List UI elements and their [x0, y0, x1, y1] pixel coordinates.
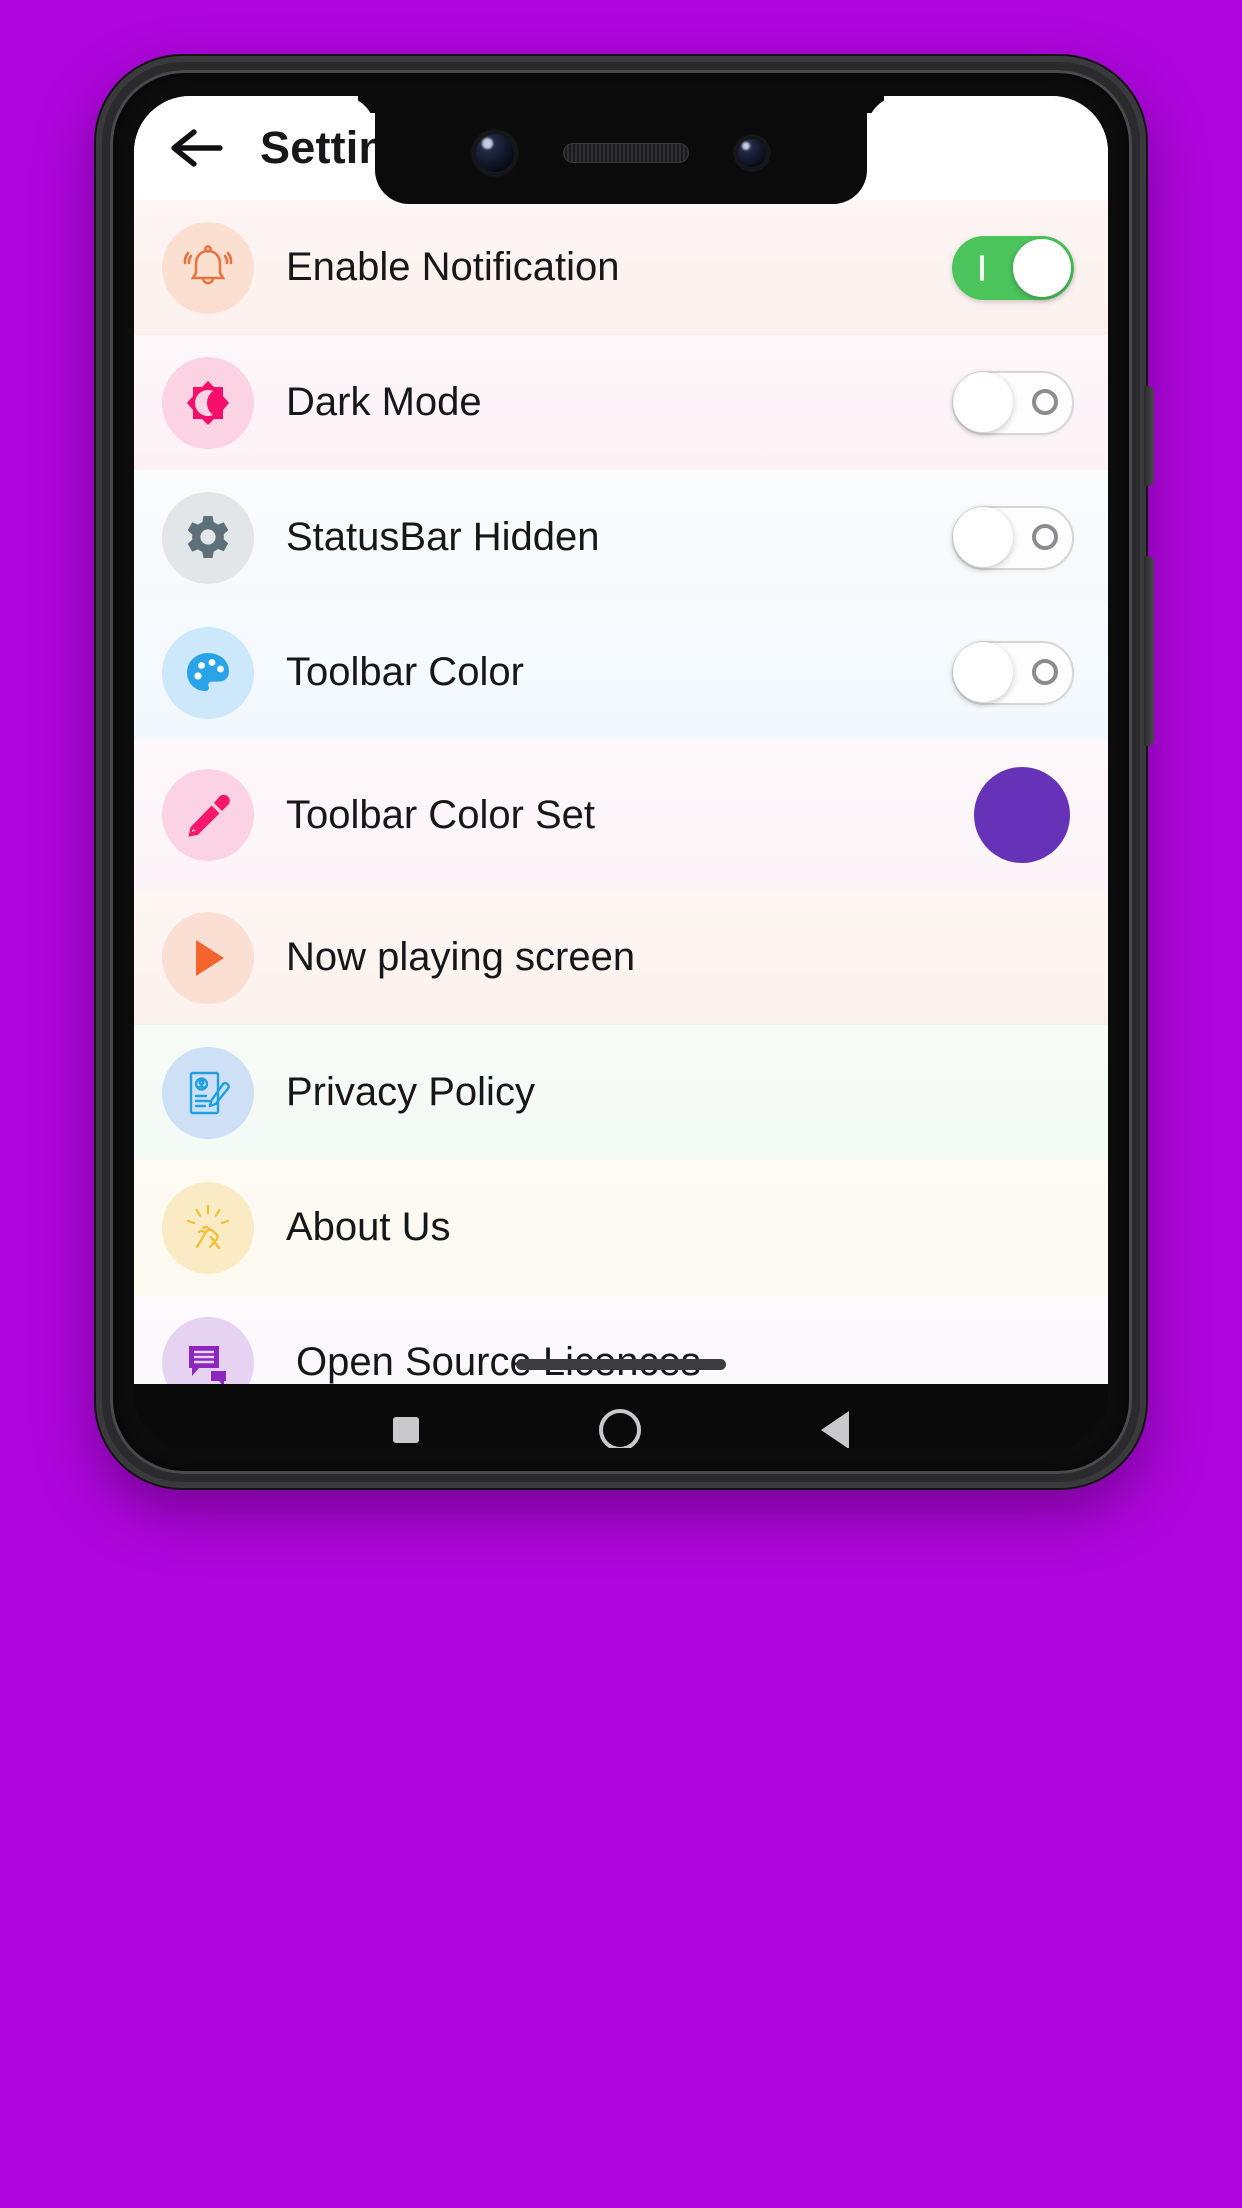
toggle-toolbar-color[interactable]: [952, 640, 1074, 705]
setting-row-about-us[interactable]: About Us: [134, 1160, 1108, 1295]
phone-frame: Settings Enable Notification Dark Mode S…: [96, 56, 1154, 1488]
phone-bezel: Settings Enable Notification Dark Mode S…: [110, 70, 1132, 1474]
phone-notch: [375, 96, 867, 204]
toggle-knob: [953, 371, 1013, 432]
bell-icon: [180, 240, 236, 296]
android-nav-bar: [134, 1384, 1108, 1448]
palette-icon-badge: [162, 626, 254, 719]
setting-row-open-source-licences[interactable]: Open Source Licences: [134, 1295, 1108, 1384]
front-camera-icon: [473, 131, 517, 175]
toolbar-color-swatch[interactable]: [974, 767, 1070, 863]
back-nav-button[interactable]: [821, 1411, 849, 1448]
setting-label: Toolbar Color: [286, 650, 524, 694]
setting-label: Toolbar Color Set: [286, 792, 596, 837]
handshake-idea-icon-badge: [162, 1181, 254, 1274]
recents-button[interactable]: [393, 1417, 419, 1443]
gear-icon: [182, 512, 234, 564]
arrow-left-icon: [170, 125, 226, 171]
dark-mode-icon-badge: [162, 356, 254, 449]
document-pen-icon: [182, 1067, 234, 1119]
setting-row-statusbar-hidden[interactable]: StatusBar Hidden: [134, 470, 1108, 605]
toggle-off-mark: [1032, 388, 1058, 415]
gesture-handle[interactable]: [516, 1359, 726, 1370]
setting-row-toolbar-color[interactable]: Toolbar Color: [134, 605, 1108, 740]
toggle-knob: [953, 506, 1013, 567]
toggle-knob: [1013, 238, 1071, 297]
toggle-statusbar-hidden[interactable]: [952, 505, 1074, 570]
handshake-idea-icon: [181, 1201, 235, 1255]
chat-bubbles-icon-badge: [162, 1316, 254, 1384]
phone-screen: Settings Enable Notification Dark Mode S…: [134, 96, 1108, 1448]
volume-button[interactable]: [1144, 556, 1154, 746]
setting-label: About Us: [286, 1205, 451, 1249]
setting-row-enable-notification[interactable]: Enable Notification: [134, 200, 1108, 335]
color-picker-pen-icon: [182, 789, 234, 841]
settings-screen: Settings Enable Notification Dark Mode S…: [134, 96, 1108, 1384]
setting-row-dark-mode[interactable]: Dark Mode: [134, 335, 1108, 470]
toggle-enable-notification[interactable]: [952, 235, 1074, 300]
back-button[interactable]: [162, 112, 234, 184]
setting-label: StatusBar Hidden: [286, 515, 600, 559]
gear-icon-badge: [162, 491, 254, 584]
chat-bubbles-icon: [182, 1337, 234, 1384]
play-triangle-icon: [182, 932, 234, 984]
toggle-off-mark: [1032, 658, 1058, 685]
toggle-on-mark: [980, 254, 984, 281]
setting-row-toolbar-color-set[interactable]: Toolbar Color Set: [134, 740, 1108, 890]
setting-row-now-playing-screen[interactable]: Now playing screen: [134, 890, 1108, 1025]
bell-icon-badge: [162, 221, 254, 314]
secondary-camera-icon: [735, 136, 769, 170]
settings-list: Enable Notification Dark Mode StatusBar …: [134, 200, 1108, 1384]
toggle-off-mark: [1032, 523, 1058, 550]
toggle-dark-mode[interactable]: [952, 370, 1074, 435]
setting-label: Privacy Policy: [286, 1070, 535, 1114]
setting-label: Now playing screen: [286, 935, 636, 979]
setting-label: Enable Notification: [286, 245, 620, 289]
home-button[interactable]: [599, 1409, 641, 1448]
setting-row-privacy-policy[interactable]: Privacy Policy: [134, 1025, 1108, 1160]
earpiece-speaker: [563, 143, 689, 163]
document-pen-icon-badge: [162, 1046, 254, 1139]
setting-label: Dark Mode: [286, 380, 482, 424]
power-button[interactable]: [1144, 386, 1154, 486]
play-triangle-icon-badge: [162, 911, 254, 1004]
dark-mode-icon: [181, 376, 235, 430]
palette-icon: [183, 648, 233, 698]
toggle-knob: [953, 641, 1013, 702]
color-picker-pen-icon-badge: [162, 769, 254, 861]
